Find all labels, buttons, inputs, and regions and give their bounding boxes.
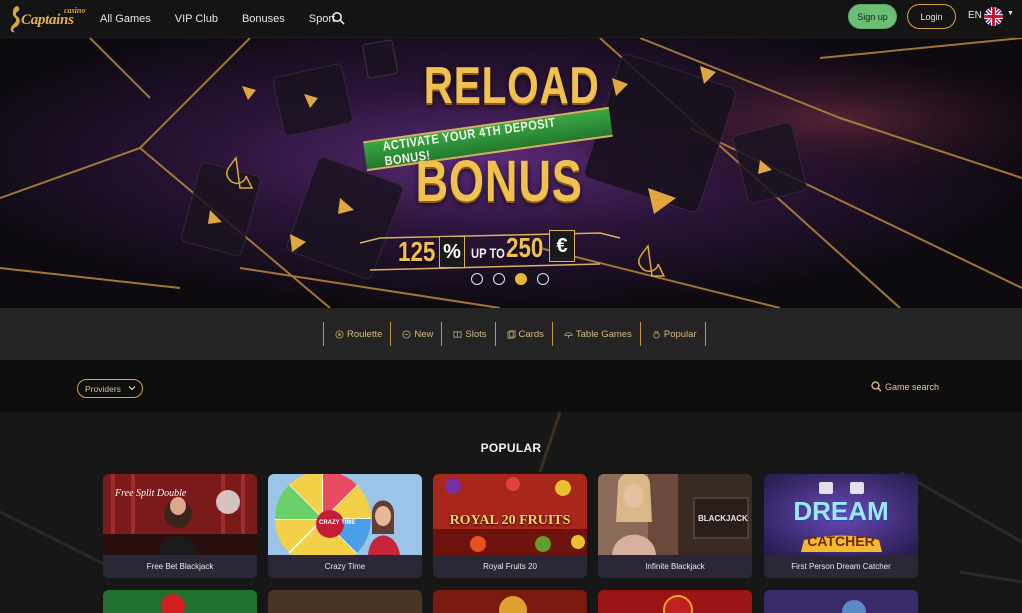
- game-title: Infinite Blackjack: [598, 555, 752, 578]
- tab-popular[interactable]: Popular: [641, 322, 706, 346]
- tab-slots[interactable]: Slots: [442, 322, 496, 346]
- tab-label: New: [414, 328, 434, 340]
- tab-label: Slots: [465, 328, 487, 340]
- chevron-down-icon: [128, 386, 136, 391]
- games-section: POPULAR Free Split Double Free Bet Black…: [0, 412, 1022, 613]
- game-search-button[interactable]: Game search: [871, 381, 939, 392]
- game-title: Crazy Time: [268, 555, 422, 578]
- login-button[interactable]: Login: [907, 4, 956, 29]
- game-thumbnail: [103, 474, 257, 555]
- promo-banner[interactable]: RELOAD ACTIVATE YOUR 4TH DEPOSIT BONUS! …: [0, 38, 1022, 308]
- game-title: First Person Dream Catcher: [764, 555, 918, 578]
- tab-table-games[interactable]: Table Games: [553, 322, 641, 346]
- search-icon[interactable]: [331, 11, 345, 25]
- providers-dropdown[interactable]: Providers: [77, 379, 143, 398]
- tab-label: Popular: [663, 328, 697, 340]
- language-dropdown-icon[interactable]: ▼: [1007, 10, 1014, 17]
- popular-icon: [653, 330, 660, 339]
- game-title: Royal Fruits 20: [433, 555, 587, 578]
- signup-button[interactable]: Sign up: [848, 4, 897, 29]
- carousel-dot-2[interactable]: [493, 273, 505, 285]
- game-card-royal-fruits-20[interactable]: ROYAL 20 FRUITS Royal Fruits 20: [433, 474, 587, 578]
- offer-currency: €: [549, 230, 575, 262]
- providers-label: Providers: [85, 383, 121, 394]
- nav-bonuses[interactable]: Bonuses: [242, 13, 285, 25]
- section-title: POPULAR: [480, 441, 542, 455]
- category-tabs: Roulette New Slots Cards Table Games Pop…: [323, 322, 706, 346]
- game-card-crazy-time[interactable]: CRAZY TIME Crazy Time: [268, 474, 422, 578]
- search-icon: [871, 381, 882, 392]
- game-card-infinite-blackjack[interactable]: BLACKJACK Infinite Blackjack: [598, 474, 752, 578]
- carousel-dots: [471, 273, 559, 285]
- cards-icon: [506, 329, 516, 339]
- site-logo[interactable]: casino Captains: [8, 3, 88, 35]
- new-icon: [402, 329, 411, 339]
- banner-headline-bonus: BONUS: [415, 149, 583, 214]
- carousel-dot-1[interactable]: [471, 273, 483, 285]
- offer-upto: UP TO: [471, 245, 505, 261]
- thumb-text-top: DREAM: [793, 496, 889, 526]
- tab-label: Table Games: [575, 328, 632, 340]
- thumb-text-bottom: CATCHER: [807, 533, 875, 549]
- offer-percent-value: 125: [398, 236, 436, 267]
- logo-brand-text: Captains: [21, 12, 74, 28]
- slots-icon: [453, 330, 462, 338]
- offer-amount: 250: [506, 232, 544, 263]
- game-card-row2-5[interactable]: [764, 590, 918, 613]
- game-thumbnail: [764, 590, 918, 613]
- main-nav: All Games VIP Club Bonuses Sport: [100, 0, 359, 38]
- tab-new[interactable]: New: [391, 322, 443, 346]
- game-card-row2-1[interactable]: [103, 590, 257, 613]
- table-games-icon: [564, 331, 573, 338]
- seahorse-icon: [10, 6, 20, 33]
- game-card-row2-2[interactable]: [268, 590, 422, 613]
- game-thumbnail: [268, 474, 422, 555]
- game-thumbnail: [433, 590, 587, 613]
- tab-cards[interactable]: Cards: [496, 322, 553, 346]
- uk-flag-icon[interactable]: [984, 7, 1003, 26]
- game-card-dream-catcher[interactable]: DREAM CATCHER First Person Dream Catcher: [764, 474, 918, 578]
- game-card-row2-3[interactable]: [433, 590, 587, 613]
- thumb-text: ROYAL 20 FRUITS: [449, 513, 571, 528]
- tab-roulette[interactable]: Roulette: [324, 322, 392, 346]
- thumb-text: CRAZY TIME: [319, 520, 356, 526]
- game-search-label: Game search: [885, 381, 940, 392]
- nav-all-games[interactable]: All Games: [100, 13, 151, 25]
- offer-percent-symbol: %: [439, 236, 465, 268]
- category-bar: Roulette New Slots Cards Table Games Pop…: [0, 308, 1022, 360]
- game-thumbnail: [268, 590, 422, 613]
- nav-vip-club[interactable]: VIP Club: [175, 13, 218, 25]
- filter-row: Providers Game search: [0, 360, 1022, 412]
- game-thumbnail: [598, 590, 752, 613]
- game-thumbnail: [103, 590, 257, 613]
- banner-headline-reload: RELOAD: [423, 57, 600, 115]
- carousel-dot-3[interactable]: [515, 273, 527, 285]
- tab-label: Cards: [518, 328, 544, 340]
- carousel-dot-4[interactable]: [537, 273, 549, 285]
- banner-offer: 125 % UP TO 250 €: [398, 230, 598, 272]
- thumb-text: BLACKJACK: [698, 514, 748, 523]
- roulette-icon: [335, 329, 344, 339]
- thumb-text: Free Split Double: [115, 488, 187, 499]
- tab-label: Roulette: [347, 328, 383, 340]
- game-title: Free Bet Blackjack: [103, 555, 257, 578]
- game-card-free-bet-blackjack[interactable]: Free Split Double Free Bet Blackjack: [103, 474, 257, 578]
- top-header: casino Captains All Games VIP Club Bonus…: [0, 0, 1022, 38]
- language-code[interactable]: EN: [968, 10, 982, 21]
- game-card-row2-4[interactable]: [598, 590, 752, 613]
